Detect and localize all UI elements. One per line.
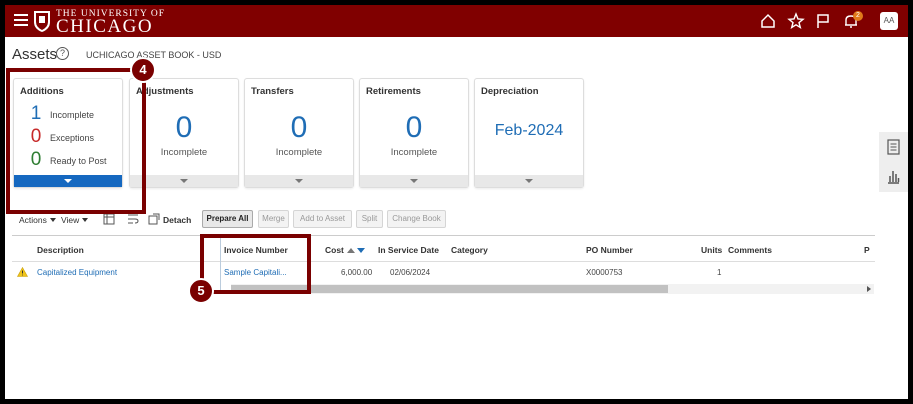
table-header: Description Invoice Number Cost In Servi…: [12, 235, 875, 262]
retirements-expand-button[interactable]: [360, 175, 468, 187]
transfers-label: Incomplete: [275, 147, 323, 158]
retirements-label: Incomplete: [390, 147, 438, 158]
retirements-count: 0: [405, 111, 423, 144]
cost-label: Cost: [325, 245, 344, 255]
horizontal-scrollbar[interactable]: [231, 284, 874, 294]
freeze-icon[interactable]: [103, 213, 115, 225]
column-header-p[interactable]: P: [864, 245, 870, 255]
menu-icon[interactable]: [14, 14, 28, 26]
prepare-all-button[interactable]: Prepare All: [202, 210, 253, 228]
help-icon[interactable]: ?: [56, 47, 69, 60]
change-book-button[interactable]: Change Book: [387, 210, 446, 228]
cell-cost: 6,000.00: [341, 268, 373, 277]
transfers-card-title: Transfers: [251, 86, 294, 97]
cell-po-number: X0000753: [586, 268, 623, 277]
adjustments-label: Incomplete: [160, 147, 208, 158]
chevron-down-icon: [82, 218, 89, 222]
wrap-icon[interactable]: [127, 213, 139, 225]
bar-chart-icon[interactable]: [887, 168, 900, 184]
view-menu[interactable]: View: [61, 215, 89, 225]
scroll-right-icon[interactable]: [867, 286, 871, 292]
detach-button[interactable]: Detach: [163, 215, 191, 225]
depreciation-card-title: Depreciation: [481, 86, 539, 97]
transfers-count: 0: [290, 111, 308, 144]
column-header-units[interactable]: Units: [701, 245, 722, 255]
warning-icon: [17, 267, 28, 277]
sort-arrows-icon[interactable]: [346, 246, 366, 254]
notification-count-badge: 2: [853, 11, 863, 21]
chevron-down-icon: [295, 179, 303, 183]
column-header-category[interactable]: Category: [451, 245, 488, 255]
asset-book-label: UCHICAGO ASSET BOOK - USD: [86, 50, 222, 60]
column-header-comments[interactable]: Comments: [728, 245, 772, 255]
step-5-marker: 5: [188, 278, 214, 304]
university-crest-icon: [34, 11, 50, 32]
actions-menu-label: Actions: [19, 215, 47, 225]
flag-icon[interactable]: [814, 12, 832, 30]
transfers-expand-button[interactable]: [245, 175, 353, 187]
depreciation-expand-button[interactable]: [475, 175, 583, 187]
page-title: Assets: [12, 46, 58, 63]
step-5-highlight: [200, 234, 311, 294]
depreciation-period: Feb-2024: [494, 122, 564, 139]
cell-in-service-date: 02/06/2024: [390, 268, 431, 277]
retirements-card[interactable]: Retirements 0 Incomplete: [359, 78, 469, 188]
merge-button[interactable]: Merge: [258, 210, 289, 228]
user-avatar[interactable]: AA: [880, 12, 898, 30]
document-icon[interactable]: [887, 139, 900, 155]
depreciation-card[interactable]: Depreciation Feb-2024: [474, 78, 584, 188]
table-row[interactable]: Capitalized Equipment Sample Capitali...…: [12, 262, 875, 282]
step-4-marker: 4: [130, 57, 156, 83]
chevron-down-icon: [180, 179, 188, 183]
university-name-main: CHICAGO: [56, 16, 154, 37]
retirements-card-title: Retirements: [366, 86, 421, 97]
side-panel: [879, 132, 908, 192]
view-menu-label: View: [61, 215, 80, 225]
column-header-in-service-date[interactable]: In Service Date: [378, 245, 439, 255]
top-bar: THE UNIVERSITY OF CHICAGO 2 AA: [5, 5, 908, 37]
app-frame: THE UNIVERSITY OF CHICAGO 2 AA Assets ? …: [5, 5, 908, 399]
split-button[interactable]: Split: [356, 210, 383, 228]
actions-menu[interactable]: Actions: [19, 215, 56, 225]
adjustments-expand-button[interactable]: [130, 175, 238, 187]
home-icon[interactable]: [759, 12, 777, 30]
transfers-card[interactable]: Transfers 0 Incomplete: [244, 78, 354, 188]
favorites-star-icon[interactable]: [787, 12, 805, 30]
chevron-down-icon: [525, 179, 533, 183]
cell-units: 1: [717, 268, 722, 277]
step-4-highlight: [6, 68, 146, 214]
detach-icon[interactable]: [148, 213, 160, 225]
column-header-po-number[interactable]: PO Number: [586, 245, 633, 255]
add-to-asset-button[interactable]: Add to Asset: [293, 210, 352, 228]
adjustments-count: 0: [175, 111, 193, 144]
column-header-description[interactable]: Description: [37, 245, 84, 255]
chevron-down-icon: [410, 179, 418, 183]
cell-description[interactable]: Capitalized Equipment: [37, 268, 117, 277]
column-header-cost[interactable]: Cost: [325, 245, 366, 255]
chevron-down-icon: [49, 218, 56, 222]
